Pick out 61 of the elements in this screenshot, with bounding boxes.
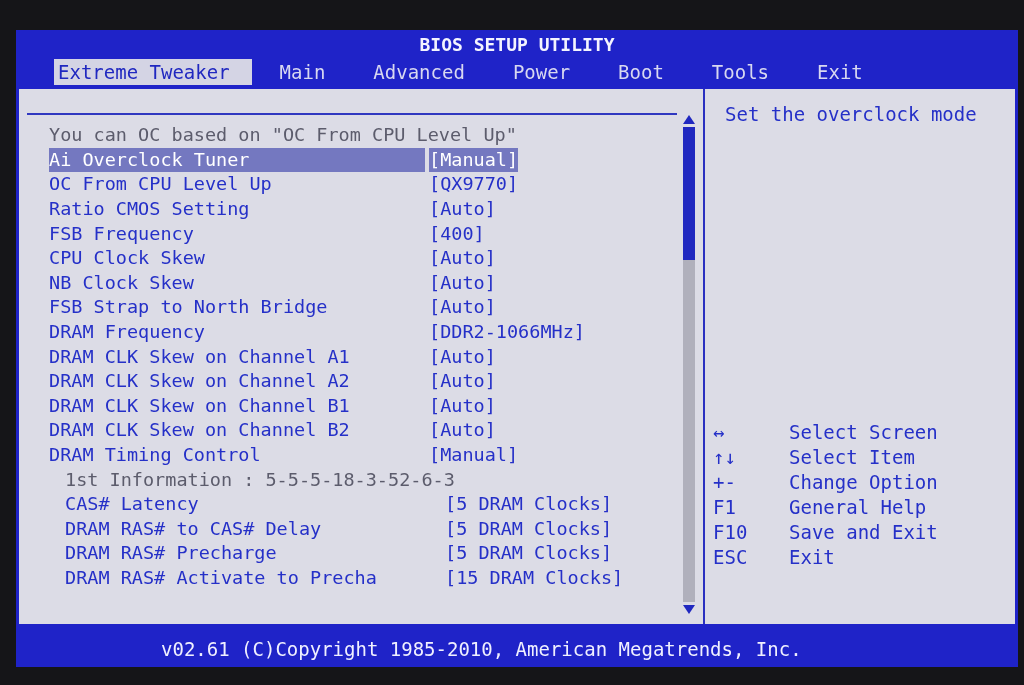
help-text: Set the overclock mode: [724, 103, 978, 127]
setting-value[interactable]: [DDR2-1066MHz]: [429, 320, 585, 345]
menu-tab[interactable]: Power: [508, 59, 593, 85]
setting-value[interactable]: [Auto]: [429, 418, 496, 443]
key-action: Change Option: [789, 471, 939, 493]
setting-label[interactable]: DRAM Frequency: [49, 320, 429, 345]
setting-value[interactable]: [Auto]: [429, 270, 496, 295]
setting-label[interactable]: FSB Strap to North Bridge: [49, 295, 429, 320]
info-text: You can OC based on "OC From CPU Level Up": [49, 123, 517, 148]
copyright-text: v02.61 (C)Copyright 1985-2010, American Megatrends, Inc.: [16, 627, 1018, 667]
setting-label[interactable]: DRAM RAS# Precharge: [65, 541, 445, 566]
key-name: F10: [713, 521, 749, 543]
scrollbar[interactable]: [683, 127, 695, 602]
setting-label[interactable]: DRAM CLK Skew on Channel A1: [49, 344, 429, 369]
key-name: ↑↓: [713, 446, 737, 468]
setting-value[interactable]: [5 DRAM Clocks]: [445, 541, 613, 566]
info-text: 1st Information : 5-5-5-18-3-52-6-3: [65, 467, 455, 492]
setting-label[interactable]: Ai Overclock Tuner: [49, 147, 425, 172]
key-name: +-: [713, 471, 737, 493]
setting-value[interactable]: [Manual]: [429, 147, 519, 172]
setting-label[interactable]: DRAM Timing Control: [49, 443, 429, 467]
key-action: Exit: [789, 546, 836, 568]
key-action: Select Item: [789, 446, 916, 468]
menu-tab[interactable]: Advanced: [369, 59, 487, 85]
setting-value[interactable]: [Manual]: [429, 443, 519, 467]
setting-label[interactable]: DRAM RAS# to CAS# Delay: [65, 516, 445, 541]
setting-label[interactable]: FSB Frequency: [49, 221, 429, 246]
key-action: Select Screen: [789, 421, 939, 443]
setting-label[interactable]: DRAM CLK Skew on Channel B1: [49, 393, 429, 418]
setting-value[interactable]: [Auto]: [429, 393, 496, 418]
key-name: F1: [713, 496, 737, 518]
setting-label[interactable]: OC From CPU Level Up: [49, 172, 429, 197]
menu-tab[interactable]: Tools: [707, 59, 792, 85]
setting-label[interactable]: DRAM RAS# Activate to Precha: [65, 566, 445, 590]
setting-value[interactable]: [5 DRAM Clocks]: [445, 516, 613, 541]
window-title: BIOS SETUP UTILITY: [16, 30, 1018, 58]
setting-label[interactable]: DRAM CLK Skew on Channel B2: [49, 418, 429, 443]
setting-value[interactable]: [Auto]: [429, 246, 496, 271]
setting-label[interactable]: CPU Clock Skew: [49, 246, 429, 271]
key-name: ↔: [713, 421, 726, 443]
down-arrow-icon[interactable]: [683, 605, 695, 614]
setting-label[interactable]: Ratio CMOS Setting: [49, 197, 429, 222]
menu-tab[interactable]: Exit: [813, 59, 885, 85]
key-action: Save and Exit: [789, 521, 939, 543]
setting-value[interactable]: [Auto]: [429, 369, 496, 394]
setting-value[interactable]: [5 DRAM Clocks]: [445, 492, 613, 517]
key-action: General Help: [789, 496, 928, 518]
up-arrow-icon[interactable]: [683, 115, 695, 124]
setting-value[interactable]: [Auto]: [429, 295, 496, 320]
menu-tab[interactable]: Main: [275, 59, 348, 85]
setting-value[interactable]: [15 DRAM Clocks]: [445, 566, 624, 590]
setting-label[interactable]: CAS# Latency: [65, 492, 445, 517]
setting-value[interactable]: [400]: [429, 221, 485, 246]
setting-label[interactable]: NB Clock Skew: [49, 270, 429, 295]
setting-value[interactable]: [Auto]: [429, 197, 496, 222]
setting-value[interactable]: [QX9770]: [429, 172, 519, 197]
setting-label[interactable]: DRAM CLK Skew on Channel A2: [49, 369, 429, 394]
key-name: ESC: [713, 546, 749, 568]
menu-tab[interactable]: Boot: [614, 59, 686, 85]
menu-tab[interactable]: Extreme Tweaker: [54, 59, 252, 85]
setting-value[interactable]: [Auto]: [429, 344, 496, 369]
